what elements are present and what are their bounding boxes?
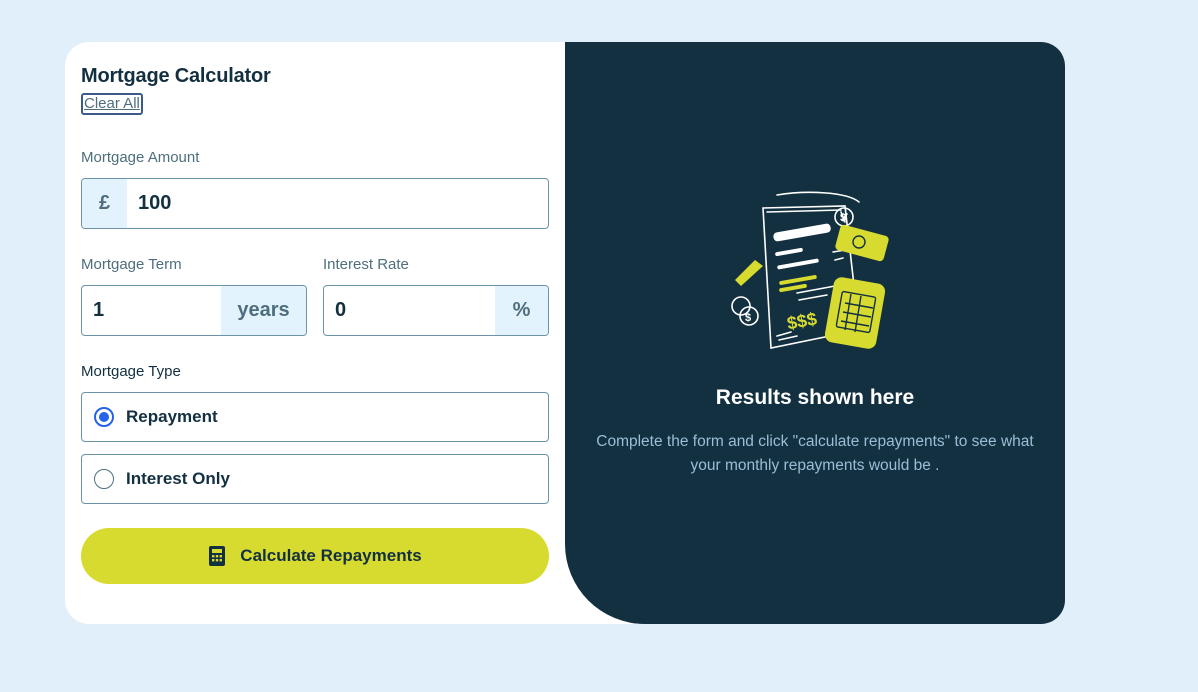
mortgage-amount-label: Mortgage Amount [81, 149, 200, 166]
radio-option-interest-only[interactable]: Interest Only [81, 454, 549, 504]
radio-label-interest-only: Interest Only [126, 469, 230, 488]
svg-text:$$$: $$$ [785, 309, 818, 334]
calculate-repayments-label: Calculate Repayments [240, 546, 422, 565]
svg-text:$: $ [745, 312, 751, 324]
currency-prefix: £ [82, 179, 127, 228]
radio-label-repayment: Repayment [126, 407, 218, 426]
results-title: Results shown here [715, 386, 915, 409]
clear-all-button[interactable]: Clear All [81, 93, 143, 115]
form-pane: Mortgage Calculator Clear All Mortgage A… [65, 42, 565, 624]
results-description: Complete the form and click "calculate r… [596, 433, 1034, 474]
mortgage-term-label: Mortgage Term [81, 256, 182, 273]
percent-suffix: % [495, 286, 548, 335]
results-pane: $$$ $ $ Results shown here Complete the … [565, 42, 1065, 624]
years-suffix: years [221, 286, 306, 335]
svg-text:$: $ [840, 212, 846, 224]
page-title: Mortgage Calculator [81, 65, 271, 87]
mortgage-term-input[interactable]: 1 [82, 286, 221, 335]
radio-button-repayment[interactable] [94, 407, 114, 427]
interest-rate-label: Interest Rate [323, 256, 409, 273]
calculate-repayments-button[interactable]: Calculate Repayments [81, 528, 549, 584]
interest-rate-field[interactable]: 0 % [323, 285, 549, 336]
empty-results-illustration-icon: $$$ $ $ [731, 191, 889, 349]
mortgage-amount-input[interactable]: 100 [127, 179, 548, 228]
mortgage-amount-field[interactable]: £ 100 [81, 178, 549, 229]
mortgage-calculator-card: Mortgage Calculator Clear All Mortgage A… [65, 42, 1065, 624]
mortgage-type-label: Mortgage Type [81, 363, 181, 380]
mortgage-term-field[interactable]: 1 years [81, 285, 307, 336]
radio-option-repayment[interactable]: Repayment [81, 392, 549, 442]
radio-button-interest-only[interactable] [94, 469, 114, 489]
calculator-icon [208, 545, 226, 567]
interest-rate-input[interactable]: 0 [324, 286, 495, 335]
